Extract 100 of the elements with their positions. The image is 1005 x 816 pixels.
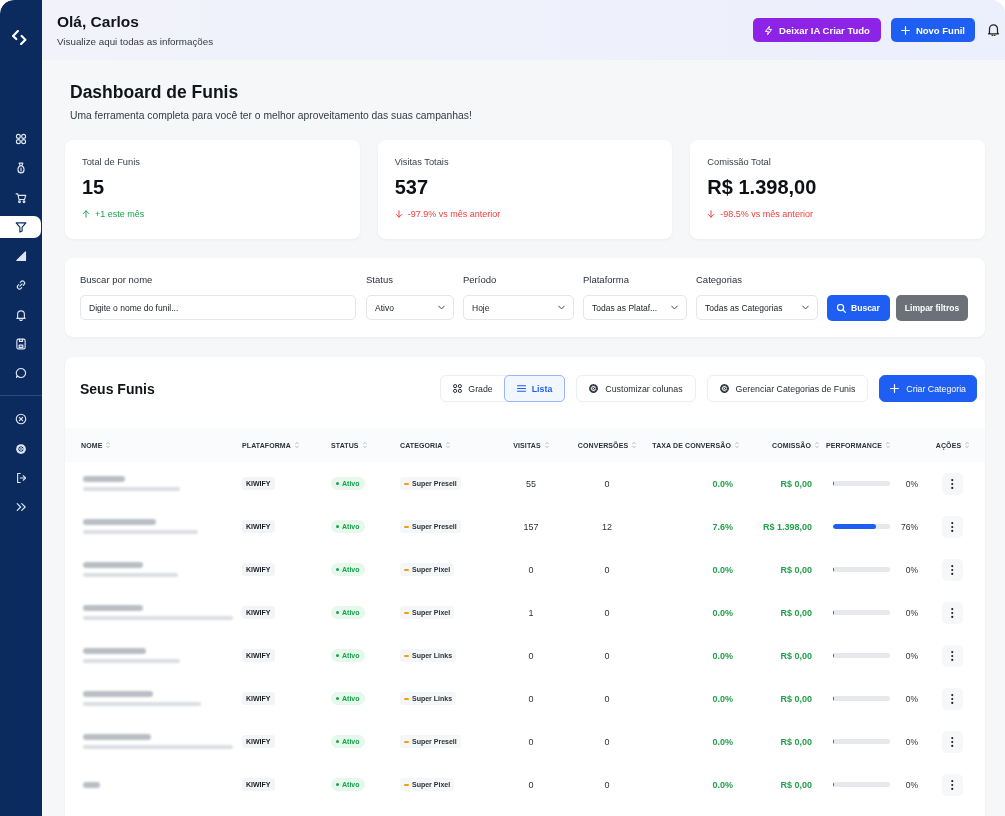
status-dot-icon [336, 783, 339, 786]
table-cell: 0 [528, 779, 534, 790]
table-cell: R$ 0,00 [780, 736, 812, 747]
stat-label: Total de Funis [82, 156, 140, 168]
chevron-down-icon [671, 305, 678, 310]
field-label: Buscar por nome [80, 274, 154, 286]
dash-icon [404, 697, 409, 700]
search-button[interactable]: Buscar [827, 295, 890, 321]
table-cell: R$ 1.398,00 [762, 521, 812, 532]
stat-value: 537 [394, 175, 429, 199]
grid-icon [453, 384, 463, 393]
sort-icon [446, 442, 451, 448]
dash-icon [404, 525, 409, 528]
table-cell: 0.0% [712, 478, 733, 489]
field-label: Status [366, 274, 394, 286]
sort-icon [106, 442, 111, 448]
view-toggle[interactable]: Grade [440, 375, 506, 402]
page-title: Dashboard de Funis [70, 81, 240, 104]
table-cell: 0 [604, 736, 610, 747]
performance-value: 0% [904, 779, 918, 790]
kebab-icon [951, 693, 954, 704]
more-options-button[interactable] [942, 472, 963, 495]
stat-label: Comissão Total [707, 156, 771, 168]
table-cell: R$ 0,00 [780, 478, 812, 489]
new-funnel-button[interactable]: Novo Funil [890, 18, 975, 42]
sort-icon [965, 442, 970, 448]
more-options-button[interactable] [942, 730, 963, 753]
stat-value: 15 [82, 175, 105, 199]
more-options-button[interactable] [942, 515, 963, 538]
status-dot-icon [336, 525, 339, 528]
greeting: Olá, Carlos [57, 13, 140, 31]
lightning-icon [764, 25, 774, 35]
page-subtitle: Uma ferramenta completa para você ter o melhor aproveitamento das suas campanhas! [70, 110, 473, 122]
dropdown[interactable]: Hoje [463, 295, 574, 320]
dropdown[interactable]: Ativo [366, 295, 454, 320]
dropdown[interactable]: Todas as Categorias [696, 295, 818, 320]
dash-icon [404, 783, 409, 786]
more-options-button[interactable] [942, 773, 963, 796]
more-options-button[interactable] [942, 644, 963, 667]
more-options-button[interactable] [942, 601, 963, 624]
funnel-icon[interactable] [0, 215, 41, 238]
more-options-button[interactable] [942, 687, 963, 710]
search-field[interactable]: Digite o nome do funil... [80, 295, 356, 320]
field-label: Plataforma [583, 274, 630, 286]
table-cell: 55 [526, 478, 536, 489]
performance-value: 76% [900, 521, 918, 532]
dropdown[interactable]: Todas as Plataf... [583, 295, 687, 320]
greeting-subtitle: Visualize aqui todas as informações [57, 36, 214, 47]
sort-icon [815, 442, 819, 448]
dash-icon [404, 611, 409, 614]
table-cell: 1 [528, 607, 534, 618]
list-icon [516, 384, 526, 393]
clear-filters-button[interactable]: Limpar filtros [896, 295, 968, 321]
performance-value: 0% [904, 736, 918, 747]
stat-change: +1 este mês [95, 208, 145, 220]
view-toggle[interactable]: Lista [503, 375, 566, 402]
table-cell: 0.0% [712, 650, 733, 661]
table-cell: 0 [604, 693, 610, 704]
status-dot-icon [336, 482, 339, 485]
kebab-icon [951, 779, 954, 790]
dash-icon [404, 568, 409, 571]
status-dot-icon [336, 611, 339, 614]
kebab-icon [951, 564, 954, 575]
table-cell: 0 [604, 607, 610, 618]
kebab-icon [951, 736, 954, 747]
dash-icon [404, 482, 409, 485]
more-options-button[interactable] [942, 558, 963, 581]
performance-value: 0% [904, 564, 918, 575]
settings-icon [589, 384, 599, 393]
table-cell: 0.0% [712, 564, 733, 575]
performance-value: 0% [904, 607, 918, 618]
table-cell: 0 [604, 478, 610, 489]
sort-icon [362, 442, 367, 448]
kebab-icon [951, 650, 954, 661]
stat-change: -98.5% vs mês anterior [720, 208, 813, 220]
toolbar-button[interactable]: Customizar colunas [576, 375, 696, 402]
table-cell: 0 [604, 564, 610, 575]
stat-label: Visitas Totais [394, 156, 449, 168]
performance-value: 0% [904, 693, 918, 704]
dash-icon [404, 654, 409, 657]
create-category-button[interactable]: Criar Categoria [879, 375, 977, 402]
toolbar-button[interactable]: Gerenciar Categorias de Funis [706, 375, 869, 402]
plus-icon [900, 25, 910, 35]
table-cell: 12 [602, 521, 612, 532]
chevron-down-icon [802, 305, 809, 310]
table-cell: 0 [528, 650, 534, 661]
table-cell: 0 [528, 736, 534, 747]
performance-value: 0% [904, 650, 918, 661]
chevron-down-icon [438, 305, 445, 310]
status-dot-icon [336, 740, 339, 743]
field-label: Categorias [696, 274, 743, 286]
table-cell: 0.0% [712, 736, 733, 747]
table-cell: 7.6% [712, 521, 733, 532]
field-label: Período [463, 274, 498, 286]
table-cell: R$ 0,00 [780, 693, 812, 704]
ai-create-button[interactable]: Deixar IA Criar Tudo [753, 18, 881, 42]
bell-icon[interactable] [988, 24, 999, 36]
table-cell: R$ 0,00 [780, 607, 812, 618]
table-cell: R$ 0,00 [780, 779, 812, 790]
status-dot-icon [336, 654, 339, 657]
